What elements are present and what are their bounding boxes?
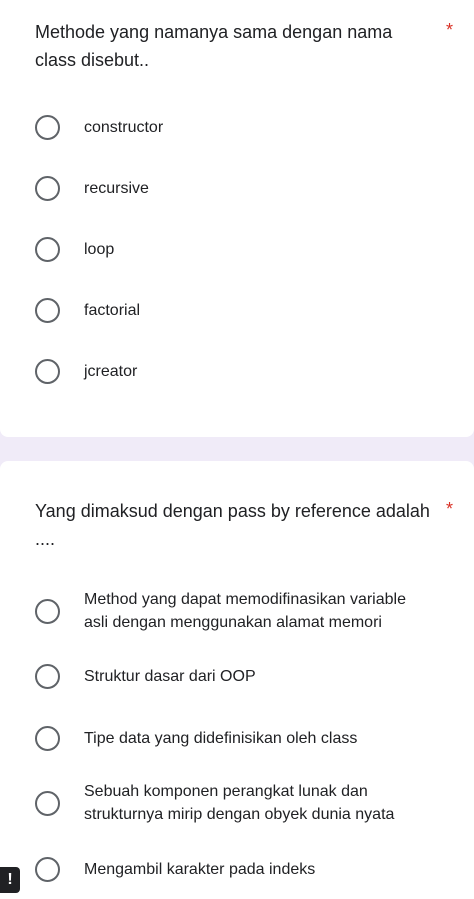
question-card-1: Methode yang namanya sama dengan nama cl…: [0, 0, 474, 437]
radio-unchecked-icon[interactable]: [35, 237, 60, 262]
radio-unchecked-icon[interactable]: [35, 298, 60, 323]
option-label: Mengambil karakter pada indeks: [84, 861, 316, 878]
option-label: recursive: [84, 180, 149, 197]
option-loop[interactable]: loop: [35, 237, 455, 262]
option-label: loop: [84, 241, 115, 258]
option-label: Sebuah komponen perangkat lunak dan stru…: [84, 783, 395, 823]
option-label: jcreator: [84, 363, 138, 380]
radio-unchecked-icon[interactable]: [35, 115, 60, 140]
radio-unchecked-icon[interactable]: [35, 726, 60, 751]
option-komponen-perangkat-lunak[interactable]: Sebuah komponen perangkat lunak dan stru…: [35, 780, 455, 826]
option-method-modify-variable[interactable]: Method yang dapat memodifinasikan variab…: [35, 588, 455, 634]
option-tipe-data[interactable]: Tipe data yang didefinisikan oleh class: [35, 726, 455, 751]
option-label: Tipe data yang didefinisikan oleh class: [84, 730, 358, 747]
required-asterisk-1: *: [446, 20, 454, 40]
radio-unchecked-icon[interactable]: [35, 598, 60, 624]
radio-unchecked-icon[interactable]: [35, 790, 60, 816]
required-asterisk-2: *: [446, 499, 454, 519]
option-label: constructor: [84, 119, 164, 136]
radio-unchecked-icon[interactable]: [35, 359, 60, 384]
question-card-2: Yang dimaksud dengan pass by reference a…: [0, 461, 474, 899]
radio-unchecked-icon[interactable]: [35, 857, 60, 882]
option-recursive[interactable]: recursive: [35, 176, 455, 201]
option-factorial[interactable]: factorial: [35, 298, 455, 323]
radio-unchecked-icon[interactable]: [35, 176, 60, 201]
radio-unchecked-icon[interactable]: [35, 664, 60, 689]
exclamation-icon[interactable]: !: [0, 867, 20, 893]
option-constructor[interactable]: constructor: [35, 115, 455, 140]
option-struktur-dasar-oop[interactable]: Struktur dasar dari OOP: [35, 664, 455, 689]
question-title-2: Yang dimaksud dengan pass by reference a…: [35, 501, 430, 549]
option-label: Struktur dasar dari OOP: [84, 668, 256, 685]
question-title-1: Methode yang namanya sama dengan nama cl…: [35, 22, 393, 70]
option-label: factorial: [84, 302, 141, 319]
option-mengambil-karakter[interactable]: Mengambil karakter pada indeks: [35, 857, 455, 882]
option-label: Method yang dapat memodifinasikan variab…: [84, 591, 406, 631]
option-jcreator[interactable]: jcreator: [35, 359, 455, 384]
